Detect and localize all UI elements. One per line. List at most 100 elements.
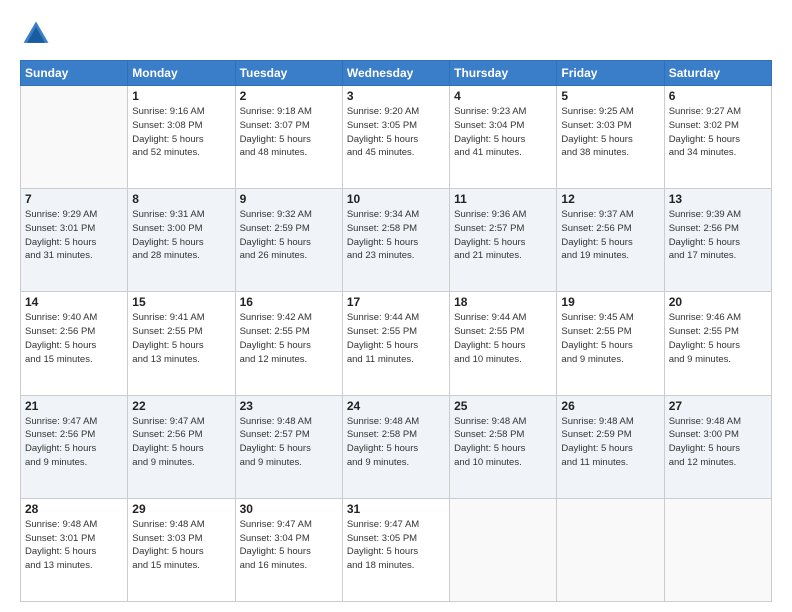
calendar-table: SundayMondayTuesdayWednesdayThursdayFrid… [20, 60, 772, 602]
weekday-header: Tuesday [235, 61, 342, 86]
calendar-cell: 28 Sunrise: 9:48 AM Sunset: 3:01 PM Dayli… [21, 498, 128, 601]
calendar-cell: 22 Sunrise: 9:47 AM Sunset: 2:56 PM Dayli… [128, 395, 235, 498]
day-number: 8 [132, 192, 230, 206]
day-number: 26 [561, 399, 659, 413]
calendar-week-row: 28 Sunrise: 9:48 AM Sunset: 3:01 PM Dayli… [21, 498, 772, 601]
day-number: 9 [240, 192, 338, 206]
day-number: 16 [240, 295, 338, 309]
day-info: Sunrise: 9:34 AM Sunset: 2:58 PM Dayligh… [347, 208, 445, 263]
day-number: 23 [240, 399, 338, 413]
page: SundayMondayTuesdayWednesdayThursdayFrid… [0, 0, 792, 612]
day-number: 21 [25, 399, 123, 413]
calendar-cell: 9 Sunrise: 9:32 AM Sunset: 2:59 PM Daylig… [235, 189, 342, 292]
day-number: 2 [240, 89, 338, 103]
calendar-cell: 15 Sunrise: 9:41 AM Sunset: 2:55 PM Dayli… [128, 292, 235, 395]
weekday-header: Thursday [450, 61, 557, 86]
calendar-week-row: 21 Sunrise: 9:47 AM Sunset: 2:56 PM Dayli… [21, 395, 772, 498]
calendar-cell: 14 Sunrise: 9:40 AM Sunset: 2:56 PM Dayli… [21, 292, 128, 395]
day-number: 1 [132, 89, 230, 103]
day-number: 7 [25, 192, 123, 206]
day-info: Sunrise: 9:47 AM Sunset: 2:56 PM Dayligh… [132, 415, 230, 470]
calendar-cell: 12 Sunrise: 9:37 AM Sunset: 2:56 PM Dayli… [557, 189, 664, 292]
day-info: Sunrise: 9:18 AM Sunset: 3:07 PM Dayligh… [240, 105, 338, 160]
day-info: Sunrise: 9:48 AM Sunset: 3:01 PM Dayligh… [25, 518, 123, 573]
day-info: Sunrise: 9:20 AM Sunset: 3:05 PM Dayligh… [347, 105, 445, 160]
day-number: 29 [132, 502, 230, 516]
day-info: Sunrise: 9:29 AM Sunset: 3:01 PM Dayligh… [25, 208, 123, 263]
weekday-header: Friday [557, 61, 664, 86]
calendar-cell: 25Sunrise: 9:48 AM Sunset: 2:58 PM Dayli… [450, 395, 557, 498]
day-number: 6 [669, 89, 767, 103]
day-number: 19 [561, 295, 659, 309]
day-number: 25 [454, 399, 552, 413]
calendar-cell: 2 Sunrise: 9:18 AM Sunset: 3:07 PM Daylig… [235, 86, 342, 189]
day-info: Sunrise: 9:25 AM Sunset: 3:03 PM Dayligh… [561, 105, 659, 160]
weekday-header: Saturday [664, 61, 771, 86]
calendar-cell: 18 Sunrise: 9:44 AM Sunset: 2:55 PM Dayli… [450, 292, 557, 395]
day-info: Sunrise: 9:31 AM Sunset: 3:00 PM Dayligh… [132, 208, 230, 263]
day-info: Sunrise: 9:47 AM Sunset: 2:56 PM Dayligh… [25, 415, 123, 470]
calendar-cell: 4Sunrise: 9:23 AM Sunset: 3:04 PM Daylig… [450, 86, 557, 189]
calendar-cell [450, 498, 557, 601]
calendar-week-row: 14 Sunrise: 9:40 AM Sunset: 2:56 PM Dayli… [21, 292, 772, 395]
weekday-header: Monday [128, 61, 235, 86]
day-info: Sunrise: 9:44 AM Sunset: 2:55 PM Dayligh… [454, 311, 552, 366]
day-info: Sunrise: 9:47 AM Sunset: 3:05 PM Dayligh… [347, 518, 445, 573]
day-info: Sunrise: 9:32 AM Sunset: 2:59 PM Dayligh… [240, 208, 338, 263]
day-info: Sunrise: 9:48 AM Sunset: 2:59 PM Dayligh… [561, 415, 659, 470]
calendar-cell: 30 Sunrise: 9:47 AM Sunset: 3:04 PM Dayli… [235, 498, 342, 601]
day-info: Sunrise: 9:48 AM Sunset: 3:00 PM Dayligh… [669, 415, 767, 470]
calendar-cell: 24 Sunrise: 9:48 AM Sunset: 2:58 PM Dayli… [342, 395, 449, 498]
day-info: Sunrise: 9:47 AM Sunset: 3:04 PM Dayligh… [240, 518, 338, 573]
day-number: 17 [347, 295, 445, 309]
calendar-cell: 29 Sunrise: 9:48 AM Sunset: 3:03 PM Dayli… [128, 498, 235, 601]
day-info: Sunrise: 9:44 AM Sunset: 2:55 PM Dayligh… [347, 311, 445, 366]
calendar-cell: 16Sunrise: 9:42 AM Sunset: 2:55 PM Dayli… [235, 292, 342, 395]
day-number: 22 [132, 399, 230, 413]
day-info: Sunrise: 9:48 AM Sunset: 3:03 PM Dayligh… [132, 518, 230, 573]
calendar-cell: 8 Sunrise: 9:31 AM Sunset: 3:00 PM Daylig… [128, 189, 235, 292]
day-info: Sunrise: 9:46 AM Sunset: 2:55 PM Dayligh… [669, 311, 767, 366]
calendar-cell: 13 Sunrise: 9:39 AM Sunset: 2:56 PM Dayli… [664, 189, 771, 292]
calendar-cell: 5 Sunrise: 9:25 AM Sunset: 3:03 PM Daylig… [557, 86, 664, 189]
calendar-cell: 31 Sunrise: 9:47 AM Sunset: 3:05 PM Dayli… [342, 498, 449, 601]
day-number: 13 [669, 192, 767, 206]
day-info: Sunrise: 9:40 AM Sunset: 2:56 PM Dayligh… [25, 311, 123, 366]
calendar-cell: 17 Sunrise: 9:44 AM Sunset: 2:55 PM Dayli… [342, 292, 449, 395]
day-info: Sunrise: 9:37 AM Sunset: 2:56 PM Dayligh… [561, 208, 659, 263]
day-number: 18 [454, 295, 552, 309]
calendar-cell: 23 Sunrise: 9:48 AM Sunset: 2:57 PM Dayli… [235, 395, 342, 498]
day-number: 28 [25, 502, 123, 516]
calendar-cell: 21 Sunrise: 9:47 AM Sunset: 2:56 PM Dayli… [21, 395, 128, 498]
day-number: 4 [454, 89, 552, 103]
calendar-cell: 10 Sunrise: 9:34 AM Sunset: 2:58 PM Dayli… [342, 189, 449, 292]
calendar-cell: 27Sunrise: 9:48 AM Sunset: 3:00 PM Dayli… [664, 395, 771, 498]
day-number: 31 [347, 502, 445, 516]
day-info: Sunrise: 9:41 AM Sunset: 2:55 PM Dayligh… [132, 311, 230, 366]
day-number: 30 [240, 502, 338, 516]
calendar-week-row: 1 Sunrise: 9:16 AM Sunset: 3:08 PM Daylig… [21, 86, 772, 189]
day-number: 10 [347, 192, 445, 206]
day-info: Sunrise: 9:39 AM Sunset: 2:56 PM Dayligh… [669, 208, 767, 263]
weekday-header: Wednesday [342, 61, 449, 86]
calendar-cell [21, 86, 128, 189]
calendar-cell: 3Sunrise: 9:20 AM Sunset: 3:05 PM Daylig… [342, 86, 449, 189]
calendar-cell: 6Sunrise: 9:27 AM Sunset: 3:02 PM Daylig… [664, 86, 771, 189]
calendar-week-row: 7 Sunrise: 9:29 AM Sunset: 3:01 PM Daylig… [21, 189, 772, 292]
day-info: Sunrise: 9:45 AM Sunset: 2:55 PM Dayligh… [561, 311, 659, 366]
calendar-cell: 19 Sunrise: 9:45 AM Sunset: 2:55 PM Dayli… [557, 292, 664, 395]
day-number: 14 [25, 295, 123, 309]
day-info: Sunrise: 9:48 AM Sunset: 2:58 PM Dayligh… [347, 415, 445, 470]
header [20, 18, 772, 50]
calendar-cell: 11Sunrise: 9:36 AM Sunset: 2:57 PM Dayli… [450, 189, 557, 292]
day-number: 5 [561, 89, 659, 103]
calendar-cell: 20Sunrise: 9:46 AM Sunset: 2:55 PM Dayli… [664, 292, 771, 395]
day-info: Sunrise: 9:16 AM Sunset: 3:08 PM Dayligh… [132, 105, 230, 160]
logo [20, 18, 56, 50]
day-number: 12 [561, 192, 659, 206]
day-info: Sunrise: 9:48 AM Sunset: 2:57 PM Dayligh… [240, 415, 338, 470]
weekday-header: Sunday [21, 61, 128, 86]
calendar-cell [557, 498, 664, 601]
day-number: 24 [347, 399, 445, 413]
day-number: 15 [132, 295, 230, 309]
